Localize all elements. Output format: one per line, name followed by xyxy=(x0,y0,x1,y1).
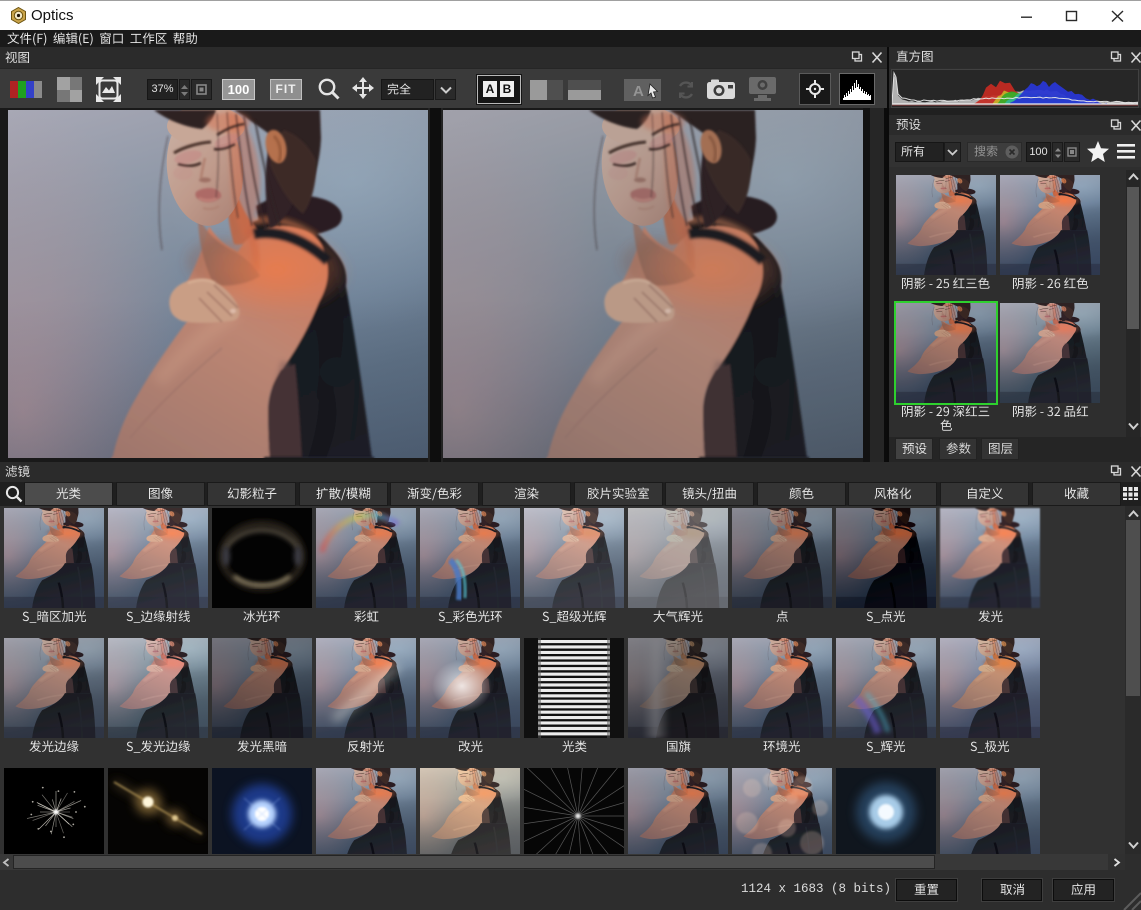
svg-text:A: A xyxy=(633,83,644,100)
